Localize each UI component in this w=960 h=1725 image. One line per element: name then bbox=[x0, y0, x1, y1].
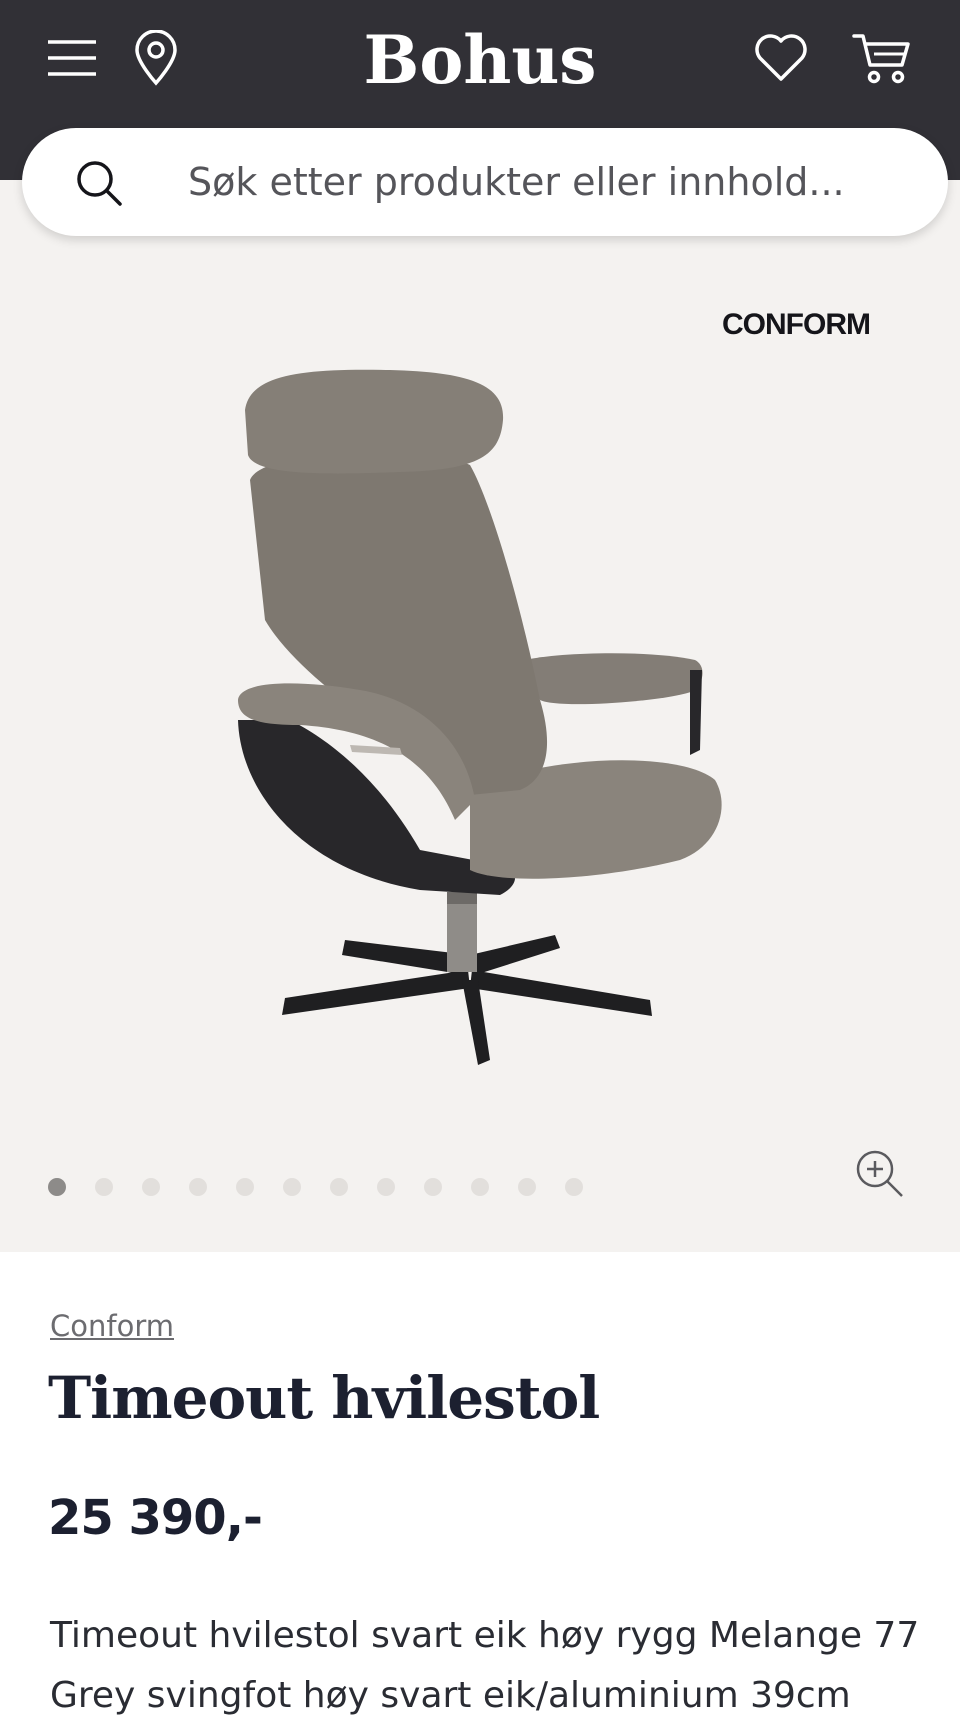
gallery-dot[interactable] bbox=[283, 1178, 301, 1196]
search-bar[interactable] bbox=[22, 128, 948, 236]
product-price: 25 390,- bbox=[48, 1490, 263, 1546]
cart-button[interactable] bbox=[846, 26, 918, 90]
product-image-gallery[interactable]: CONFORM bbox=[0, 180, 960, 1252]
gallery-dot[interactable] bbox=[471, 1178, 489, 1196]
gallery-dot[interactable] bbox=[236, 1178, 254, 1196]
search-icon[interactable] bbox=[74, 158, 124, 208]
heart-icon bbox=[755, 34, 807, 81]
product-info: Conform Timeout hvilestol 25 390,- Timeo… bbox=[0, 1252, 960, 1725]
svg-text:CONFORM: CONFORM bbox=[722, 308, 870, 341]
gallery-dot[interactable] bbox=[518, 1178, 536, 1196]
gallery-dot[interactable] bbox=[330, 1178, 348, 1196]
product-description: Timeout hvilestol svart eik høy rygg Mel… bbox=[50, 1615, 920, 1716]
site-logo[interactable]: Bohus bbox=[0, 18, 960, 102]
gallery-dot[interactable] bbox=[565, 1178, 583, 1196]
gallery-dot[interactable] bbox=[189, 1178, 207, 1196]
favorites-button[interactable] bbox=[748, 26, 814, 90]
shopping-cart-icon bbox=[852, 34, 910, 84]
gallery-dot[interactable] bbox=[142, 1178, 160, 1196]
zoom-in-icon bbox=[856, 1150, 903, 1197]
gallery-dot[interactable] bbox=[424, 1178, 442, 1196]
product-title: Timeout hvilestol bbox=[48, 1364, 600, 1432]
gallery-dot[interactable] bbox=[377, 1178, 395, 1196]
brand-logo: CONFORM bbox=[722, 308, 871, 341]
search-input[interactable] bbox=[188, 152, 908, 212]
gallery-pagination bbox=[48, 1178, 612, 1196]
brand-link[interactable]: Conform bbox=[50, 1309, 174, 1343]
gallery-dot[interactable] bbox=[48, 1178, 66, 1196]
gallery-dot[interactable] bbox=[95, 1178, 113, 1196]
zoom-button[interactable] bbox=[854, 1148, 908, 1202]
